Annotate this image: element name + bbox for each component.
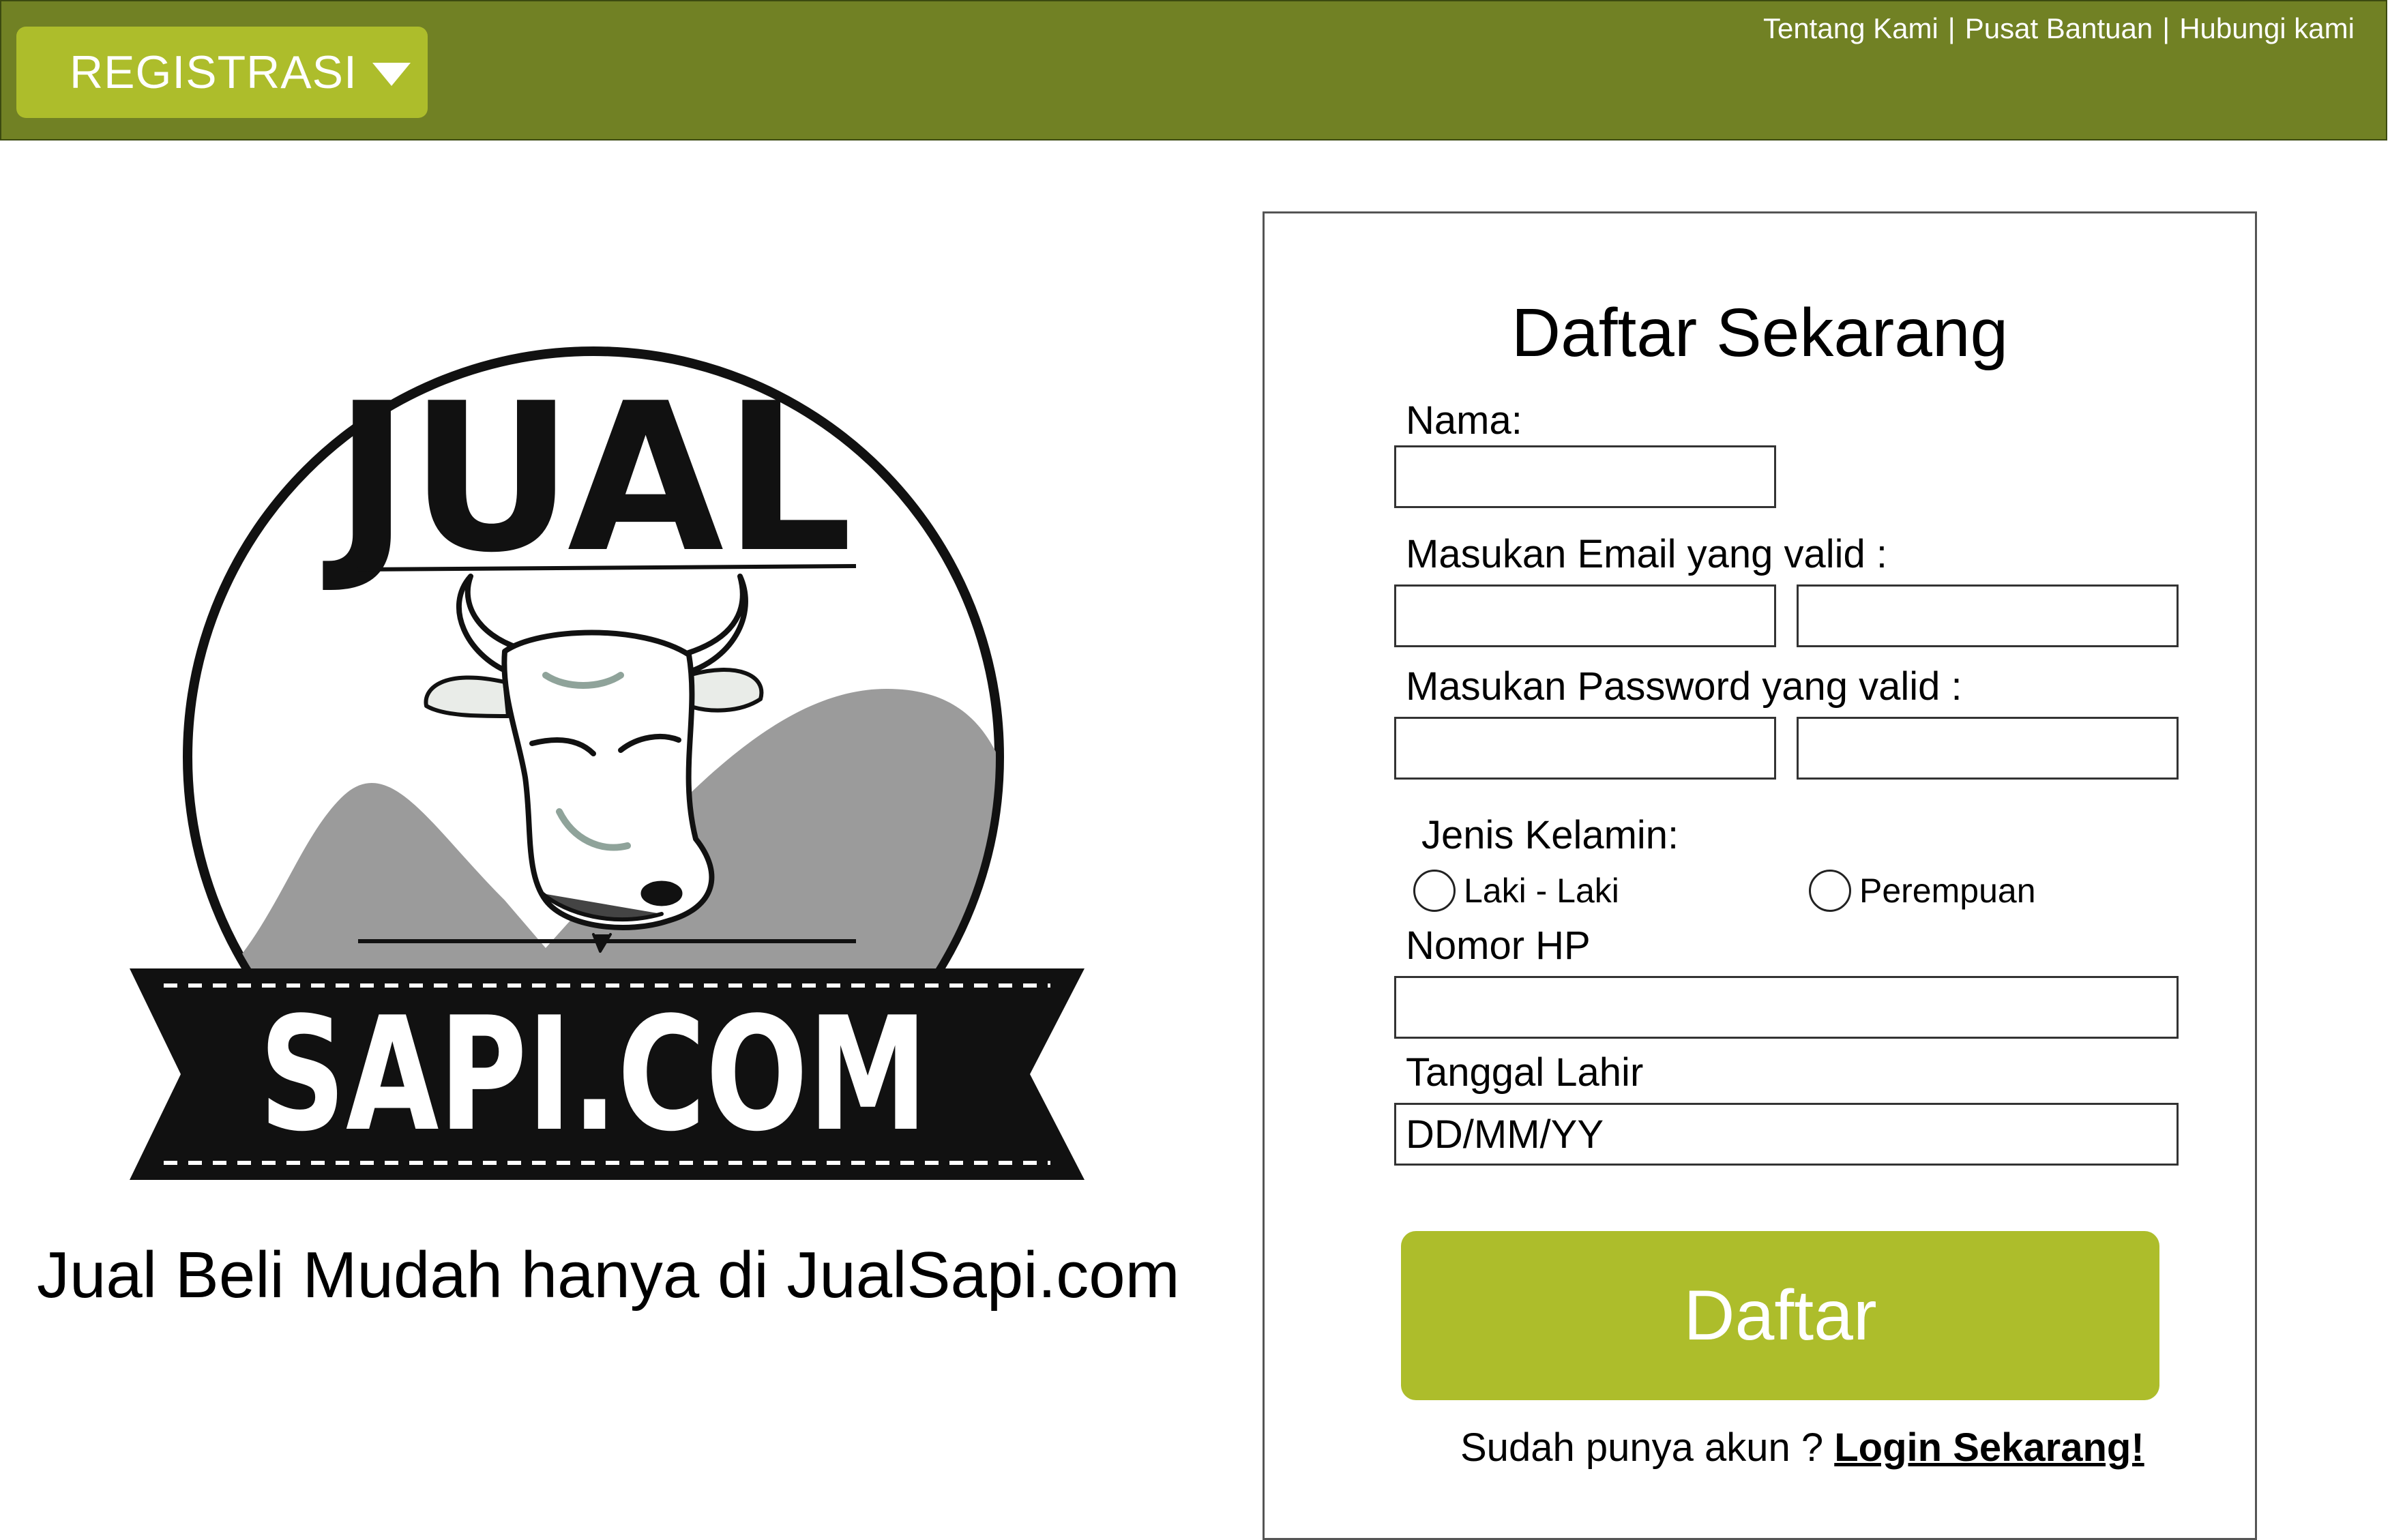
login-link[interactable]: Login Sekarang! — [1834, 1425, 2144, 1470]
phone-label: Nomor HP — [1406, 923, 1591, 968]
gender-male-label: Laki - Laki — [1464, 872, 1619, 910]
logo-bottom-text: SAPI.COM — [259, 984, 928, 1166]
gender-label: Jenis Kelamin: — [1421, 813, 1679, 857]
gender-option-female[interactable]: Perempuan — [1809, 870, 2036, 912]
registrasi-dropdown-button[interactable]: REGISTRASI — [16, 27, 428, 118]
caret-down-icon — [372, 63, 411, 86]
radio-female[interactable] — [1809, 870, 1851, 912]
form-title: Daftar Sekarang — [1511, 295, 2009, 371]
radio-male[interactable] — [1413, 870, 1456, 912]
name-input[interactable] — [1394, 445, 1776, 508]
link-hubungi-kami[interactable]: Hubungi kami — [2179, 12, 2355, 45]
link-separator: | — [1947, 12, 1956, 44]
link-pusat-bantuan[interactable]: Pusat Bantuan — [1965, 12, 2153, 45]
password-label: Masukan Password yang valid : — [1406, 664, 1962, 709]
password-input[interactable] — [1394, 717, 1776, 780]
jualsapi-logo: JUAL SAPI.COM — [130, 346, 1085, 1180]
password-confirm-input[interactable] — [1797, 717, 2179, 780]
top-bar: REGISTRASI Tentang Kami | Pusat Bantuan … — [0, 0, 2387, 140]
link-tentang-kami[interactable]: Tentang Kami — [1763, 12, 1938, 45]
gender-option-male[interactable]: Laki - Laki — [1413, 870, 1619, 912]
daftar-submit-button[interactable]: Daftar — [1401, 1231, 2159, 1400]
logo-top-text: JUAL — [321, 359, 853, 597]
email-input[interactable] — [1394, 584, 1776, 647]
phone-input[interactable] — [1394, 976, 2179, 1039]
registration-form: Daftar Sekarang Nama: Masukan Email yang… — [1263, 211, 2257, 1540]
name-label: Nama: — [1406, 398, 1522, 443]
link-separator: | — [2162, 12, 2170, 44]
birthdate-label: Tanggal Lahir — [1406, 1050, 1644, 1095]
login-prompt-line: Sudah punya akun ? Login Sekarang! — [1460, 1425, 2144, 1470]
gender-female-label: Perempuan — [1859, 872, 2036, 910]
birthdate-input[interactable] — [1394, 1103, 2179, 1166]
login-prompt-text: Sudah punya akun ? — [1460, 1425, 1824, 1470]
email-confirm-input[interactable] — [1797, 584, 2179, 647]
tagline: Jual Beli Mudah hanya di JualSapi.com — [37, 1239, 1180, 1312]
top-links: Tentang Kami | Pusat Bantuan | Hubungi k… — [1763, 12, 2355, 45]
registrasi-label: REGISTRASI — [70, 46, 357, 98]
email-label: Masukan Email yang valid : — [1406, 532, 1887, 576]
